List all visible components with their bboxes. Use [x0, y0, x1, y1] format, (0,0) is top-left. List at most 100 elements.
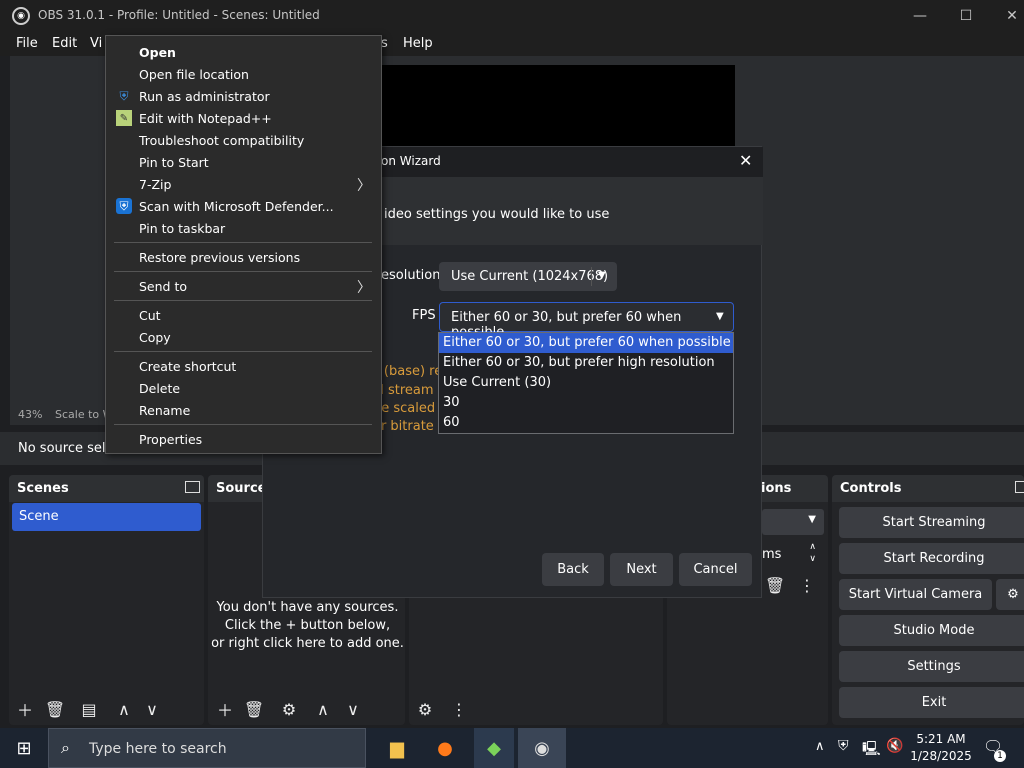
chevron-right-icon: 〉 — [357, 280, 371, 296]
start-streaming-button[interactable]: Start Streaming — [839, 507, 1024, 538]
menu-separator — [114, 300, 372, 301]
start-virtual-camera-button[interactable]: Start Virtual Camera — [839, 579, 992, 610]
clock[interactable]: 5:21 AM 1/28/2025 — [906, 731, 976, 765]
search-icon: ⌕ — [61, 738, 70, 757]
ctx-edit-notepad[interactable]: ✎ Edit with Notepad++ — [106, 107, 381, 129]
chevron-down-icon: ▼ — [598, 270, 606, 281]
shield-uac-icon: ⛨ — [119, 88, 129, 103]
resolution-label: esolution — [381, 268, 441, 283]
start-recording-button[interactable]: Start Recording — [839, 543, 1024, 574]
volume-muted-icon[interactable]: 🔇 — [886, 738, 903, 754]
ctx-restore-versions[interactable]: Restore previous versions — [106, 246, 381, 268]
zoom-percent: 43% — [18, 408, 43, 421]
menu-separator — [114, 351, 372, 352]
studio-mode-button[interactable]: Studio Mode — [839, 615, 1024, 646]
no-source-label: No source sele — [18, 441, 114, 456]
scene-item-label: Scene — [19, 509, 59, 524]
warning-text-line: or bitrate i — [373, 419, 442, 434]
warning-text-line: he scaled o — [373, 401, 448, 416]
menu-edit[interactable]: Edit — [52, 36, 77, 51]
menu-view[interactable]: Vi — [90, 36, 102, 51]
fps-select[interactable]: Either 60 or 30, but prefer 60 when poss… — [439, 302, 734, 340]
menu-help[interactable]: Help — [403, 36, 433, 51]
scenes-dock: Scenes Scene ＋ 🗑 ▤ ∧ ∨ — [9, 475, 204, 725]
app-icon[interactable]: ◆ — [474, 728, 514, 768]
move-up-icon[interactable]: ∧ — [311, 697, 335, 721]
ctx-send-to[interactable]: Send to 〉 — [106, 275, 381, 297]
add-source-icon[interactable]: ＋ — [213, 697, 237, 721]
ctx-pin-start[interactable]: Pin to Start — [106, 151, 381, 173]
move-down-icon[interactable]: ∨ — [140, 697, 164, 721]
sources-empty-text: You don't have any sources. Click the + … — [211, 600, 404, 651]
chevron-down-icon: ▼ — [716, 311, 724, 322]
warning-text-line: ill stream — [373, 383, 434, 398]
scenes-title: Scenes — [17, 481, 69, 496]
ctx-run-as-admin[interactable]: ⛨ Run as administrator — [106, 85, 381, 107]
fps-option[interactable]: Either 60 or 30, but prefer high resolut… — [439, 353, 733, 373]
ctx-troubleshoot[interactable]: Troubleshoot compatibility — [106, 129, 381, 151]
add-icon[interactable]: ＋ — [13, 697, 37, 721]
close-icon[interactable]: ✕ — [739, 151, 752, 170]
ctx-open-file-location[interactable]: Open file location — [106, 63, 381, 85]
windows-start-icon[interactable]: ⊞ — [0, 728, 48, 768]
next-button[interactable]: Next — [610, 553, 673, 586]
remove-source-icon[interactable]: 🗑 — [242, 697, 266, 721]
controls-title: Controls — [840, 481, 902, 496]
close-button[interactable]: ✕ — [989, 0, 1024, 31]
back-button[interactable]: Back — [542, 553, 604, 586]
ctx-create-shortcut[interactable]: Create shortcut — [106, 355, 381, 377]
minimize-button[interactable]: — — [897, 0, 943, 31]
fps-option[interactable]: 60 — [439, 413, 733, 433]
fps-option[interactable]: Either 60 or 30, but prefer 60 when poss… — [439, 333, 733, 353]
firefox-icon[interactable]: ● — [428, 728, 462, 768]
chevron-up-icon[interactable]: ∧ — [815, 739, 825, 754]
ctx-cut[interactable]: Cut — [106, 304, 381, 326]
ctx-copy[interactable]: Copy — [106, 326, 381, 348]
filter-icon[interactable]: ▤ — [77, 697, 101, 721]
chevron-right-icon: 〉 — [357, 178, 371, 194]
exit-button[interactable]: Exit — [839, 687, 1024, 718]
trash-icon[interactable]: 🗑 — [43, 697, 67, 721]
move-up-icon[interactable]: ∧ — [112, 697, 136, 721]
ctx-pin-taskbar[interactable]: Pin to taskbar — [106, 217, 381, 239]
menu-file[interactable]: File — [16, 36, 38, 51]
ctx-rename[interactable]: Rename — [106, 399, 381, 421]
fps-option[interactable]: 30 — [439, 393, 733, 413]
ctx-open[interactable]: Open — [106, 41, 381, 63]
cancel-button[interactable]: Cancel — [679, 553, 752, 586]
maximize-button[interactable]: ☐ — [943, 0, 989, 31]
fps-option[interactable]: Use Current (30) — [439, 373, 733, 393]
notification-count-badge: 1 — [994, 750, 1006, 762]
notepad-plus-icon: ✎ — [116, 110, 132, 126]
trash-icon[interactable]: 🗑 — [763, 573, 787, 597]
transitions-title: ions — [761, 481, 792, 496]
obs-taskbar-icon[interactable]: ◉ — [518, 728, 566, 768]
undock-icon[interactable] — [185, 481, 200, 493]
mixer-settings-icon[interactable]: ⚙ — [413, 697, 437, 721]
title-bar: ◉ OBS 31.0.1 - Profile: Untitled - Scene… — [0, 0, 1024, 31]
menu-separator — [114, 424, 372, 425]
more-options-icon[interactable]: ⋮ — [795, 573, 819, 597]
duration-field[interactable]: ms ∧ ∨ — [762, 541, 824, 567]
undock-icon[interactable] — [1015, 481, 1024, 493]
ctx-7zip[interactable]: 7-Zip 〉 — [106, 173, 381, 195]
fps-dropdown-list: Either 60 or 30, but prefer 60 when poss… — [438, 332, 734, 434]
file-explorer-icon[interactable]: ▆ — [380, 728, 414, 768]
security-icon[interactable]: ⛨ — [838, 738, 849, 754]
settings-button[interactable]: Settings — [839, 651, 1024, 682]
ctx-delete[interactable]: Delete — [106, 377, 381, 399]
ctx-scan-defender[interactable]: ⛨ Scan with Microsoft Defender... — [106, 195, 381, 217]
gear-icon[interactable]: ⚙ — [277, 697, 301, 721]
virtual-camera-settings-icon[interactable]: ⚙ — [996, 579, 1024, 610]
network-icon[interactable]: 🖳 — [862, 738, 881, 762]
resolution-select[interactable]: Use Current (1024x768) ▼ — [439, 262, 617, 291]
obs-logo-icon: ◉ — [12, 7, 30, 25]
search-box[interactable]: ⌕ Type here to search — [48, 728, 366, 768]
fps-label: FPS — [412, 308, 436, 323]
move-down-icon[interactable]: ∨ — [341, 697, 365, 721]
scene-item[interactable]: Scene — [12, 503, 201, 531]
menu-tools[interactable]: s — [381, 36, 388, 51]
transition-select[interactable]: ▼ — [762, 509, 824, 535]
more-options-icon[interactable]: ⋮ — [447, 697, 471, 721]
ctx-properties[interactable]: Properties — [106, 428, 381, 450]
